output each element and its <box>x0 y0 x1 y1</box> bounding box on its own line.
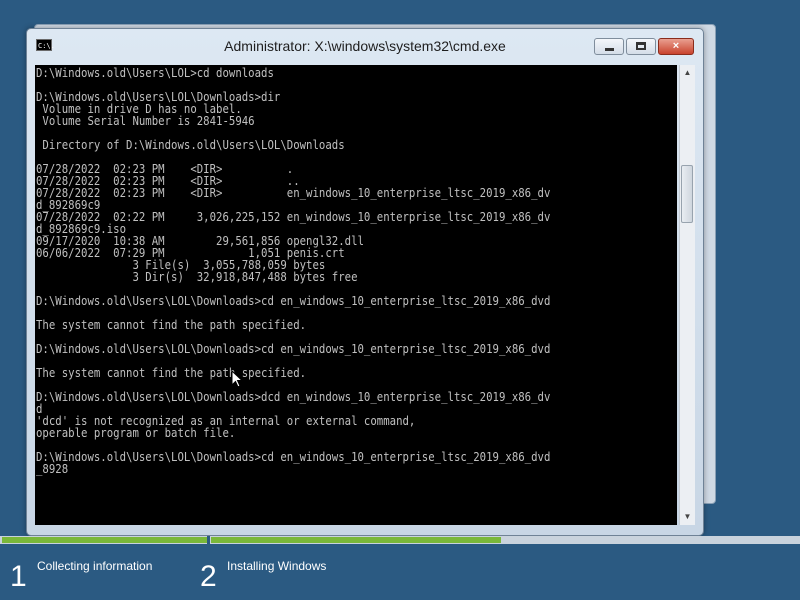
scroll-thumb[interactable] <box>681 165 693 223</box>
console-line: operable program or batch file. <box>36 426 236 440</box>
step-1-label: Collecting information <box>37 559 153 573</box>
scroll-up-arrow-icon[interactable]: ▲ <box>680 65 695 81</box>
console-line: 07/28/2022 02:23 PM <DIR> en_windows_10_… <box>36 186 551 200</box>
console-line: D:\Windows.old\Users\LOL>cd downloads <box>36 66 274 80</box>
console-line: 3 Dir(s) 32,918,847,488 bytes free <box>36 270 358 284</box>
close-button[interactable]: × <box>658 38 694 55</box>
close-icon: × <box>672 40 680 52</box>
step-2-number: 2 <box>200 560 217 593</box>
progress-installing <box>211 537 501 543</box>
cmd-window[interactable]: C:\. Administrator: X:\windows\system32\… <box>26 28 704 536</box>
console-line: D:\Windows.old\Users\LOL\Downloads>cd en… <box>36 342 551 356</box>
console-line: The system cannot find the path specifie… <box>36 366 307 380</box>
console-line: D:\Windows.old\Users\LOL\Downloads>cd en… <box>36 450 551 464</box>
step-2-label: Installing Windows <box>227 559 327 573</box>
maximize-icon <box>636 42 646 50</box>
progress-collecting <box>2 537 207 543</box>
console-line: Volume Serial Number is 2841-5946 <box>36 114 255 128</box>
maximize-button[interactable] <box>626 38 656 55</box>
console-text: D:\Windows.old\Users\LOL>cd downloads D:\… <box>36 67 614 475</box>
console-line: The system cannot find the path specifie… <box>36 318 307 332</box>
scroll-down-arrow-icon[interactable]: ▼ <box>680 509 695 525</box>
console-line: D:\Windows.old\Users\LOL\Downloads>cd en… <box>36 294 551 308</box>
progress-divider <box>207 536 210 544</box>
setup-progress-area: 1 Collecting information 2 Installing Wi… <box>0 536 800 600</box>
console-line: Directory of D:\Windows.old\Users\LOL\Do… <box>36 138 345 152</box>
console-line: _8928 <box>36 462 69 476</box>
step-1-number: 1 <box>10 560 27 593</box>
minimize-icon <box>605 48 614 51</box>
mouse-cursor-icon <box>231 370 243 388</box>
vertical-scrollbar[interactable]: ▲ ▼ <box>679 65 695 525</box>
progress-track <box>0 536 800 544</box>
console-output[interactable]: D:\Windows.old\Users\LOL>cd downloads D:\… <box>35 65 677 525</box>
minimize-button[interactable] <box>594 38 624 55</box>
console-line: D:\Windows.old\Users\LOL\Downloads>dcd e… <box>36 390 551 404</box>
title-bar[interactable]: C:\. Administrator: X:\windows\system32\… <box>27 29 703 61</box>
